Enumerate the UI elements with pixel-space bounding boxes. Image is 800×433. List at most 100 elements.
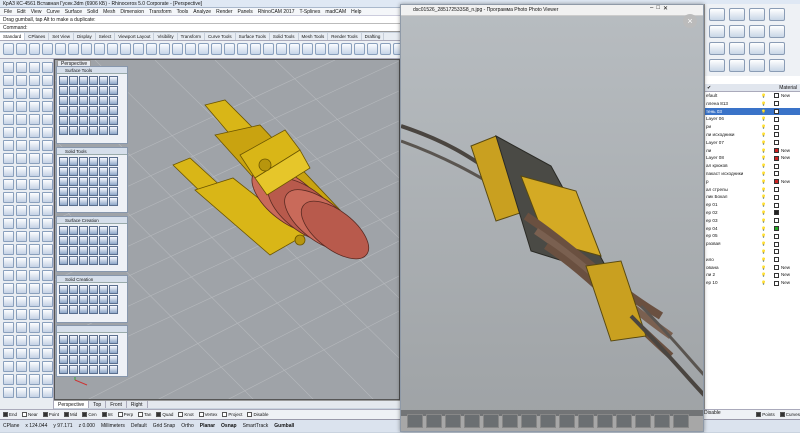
- tool-button[interactable]: [29, 244, 40, 255]
- tool-button[interactable]: [29, 179, 40, 190]
- palette-tool-button[interactable]: [89, 226, 98, 235]
- layer-color-swatch[interactable]: [773, 233, 779, 239]
- tool-button[interactable]: [3, 348, 14, 359]
- toolbar-button[interactable]: [185, 43, 196, 55]
- tool-button[interactable]: [16, 153, 27, 164]
- toolbar-button[interactable]: [237, 43, 248, 55]
- palette-tool-button[interactable]: [99, 256, 108, 265]
- palette-tool-button[interactable]: [79, 167, 88, 176]
- tool-button[interactable]: [16, 127, 27, 138]
- osnap-tan[interactable]: Tan: [138, 410, 151, 419]
- layer-color-swatch[interactable]: [773, 257, 779, 263]
- palette-tool-button[interactable]: [99, 96, 108, 105]
- palette-tool-button[interactable]: [69, 295, 78, 304]
- checkbox[interactable]: [779, 412, 785, 418]
- thumbnail[interactable]: [654, 414, 670, 428]
- osnap-point[interactable]: Point: [42, 410, 59, 419]
- osnap-mid[interactable]: Mid: [64, 410, 77, 419]
- layer-row[interactable]: тень 03 💡: [705, 107, 800, 116]
- menu-item-surface[interactable]: Surface: [65, 8, 82, 15]
- palette-tool-button[interactable]: [99, 345, 108, 354]
- palette-tool-button[interactable]: [59, 96, 68, 105]
- osnap-disable[interactable]: Disable: [247, 410, 268, 419]
- layer-color-swatch[interactable]: [773, 116, 779, 122]
- palette-tool-button[interactable]: [79, 96, 88, 105]
- tab-render-tools[interactable]: Render Tools: [328, 33, 362, 40]
- palette-tool-button[interactable]: [109, 365, 118, 374]
- palette-tool-button[interactable]: [59, 86, 68, 95]
- palette-tool-button[interactable]: [69, 305, 78, 314]
- tool-button[interactable]: [3, 309, 14, 320]
- tool-button[interactable]: [3, 218, 14, 229]
- palette-tool-button[interactable]: [89, 126, 98, 135]
- palette-misc[interactable]: [56, 325, 128, 377]
- palette-solid-creation[interactable]: Solid Creation: [56, 275, 128, 323]
- palette-tool-button[interactable]: [99, 355, 108, 364]
- tool-button[interactable]: [16, 348, 27, 359]
- toolbar-button[interactable]: [42, 43, 53, 55]
- tool-button[interactable]: [3, 387, 14, 398]
- palette-tool-button[interactable]: [79, 106, 88, 115]
- lightbulb-icon[interactable]: 💡: [761, 131, 766, 139]
- layer-color-swatch[interactable]: [773, 249, 779, 255]
- palette-tool-button[interactable]: [109, 106, 118, 115]
- palette-tool-button[interactable]: [99, 167, 108, 176]
- palette-tool-button[interactable]: [89, 96, 98, 105]
- osnap-quad[interactable]: Quad: [156, 410, 173, 419]
- toolbar-button[interactable]: [341, 43, 352, 55]
- layer-row[interactable]: ли исходники 💡: [705, 131, 800, 139]
- palette-tool-button[interactable]: [79, 335, 88, 344]
- tool-button[interactable]: [29, 322, 40, 333]
- tool-button[interactable]: [16, 140, 27, 151]
- lightbulb-icon[interactable]: 💡: [761, 217, 766, 225]
- palette-tool-button[interactable]: [99, 187, 108, 196]
- osnap-end[interactable]: End: [3, 410, 17, 419]
- tab-visibility[interactable]: Visibility: [154, 33, 178, 40]
- tool-button[interactable]: [3, 88, 14, 99]
- osnap-vertex[interactable]: Vertex: [198, 410, 217, 419]
- layer-row[interactable]: Layer 07 💡: [705, 139, 800, 147]
- palette-solid-tools[interactable]: Solid Tools: [56, 147, 128, 213]
- tab-drafting[interactable]: Drafting: [362, 33, 385, 40]
- palette-tool-button[interactable]: [59, 365, 68, 374]
- tool-button[interactable]: [16, 218, 27, 229]
- palette-tool-button[interactable]: [69, 167, 78, 176]
- lightbulb-icon[interactable]: 💡: [761, 162, 766, 170]
- lightbulb-icon[interactable]: 💡: [761, 108, 766, 116]
- tool-button[interactable]: [3, 62, 14, 73]
- layer-row[interactable]: ер 03 💡: [705, 217, 800, 225]
- palette-tool-button[interactable]: [89, 285, 98, 294]
- palette-tool-button[interactable]: [79, 355, 88, 364]
- toolbar-button[interactable]: [224, 43, 235, 55]
- tool-button[interactable]: [16, 231, 27, 242]
- tool-button[interactable]: [42, 192, 53, 203]
- tool-button[interactable]: [16, 387, 27, 398]
- palette-tool-button[interactable]: [99, 246, 108, 255]
- tool-button[interactable]: [42, 335, 53, 346]
- palette-tool-button[interactable]: [109, 295, 118, 304]
- palette-tool-button[interactable]: [89, 355, 98, 364]
- palette-tool-button[interactable]: [109, 187, 118, 196]
- tool-button[interactable]: [42, 270, 53, 281]
- tool-button[interactable]: [29, 257, 40, 268]
- palette-tool-button[interactable]: [69, 365, 78, 374]
- lightbulb-icon[interactable]: 💡: [761, 115, 766, 123]
- palette-tool-button[interactable]: [59, 335, 68, 344]
- tool-button[interactable]: [42, 75, 53, 86]
- panel-button[interactable]: [729, 8, 745, 21]
- palette-tool-button[interactable]: [69, 86, 78, 95]
- tool-button[interactable]: [42, 283, 53, 294]
- lightbulb-icon[interactable]: 💡: [761, 279, 766, 287]
- palette-tool-button[interactable]: [109, 177, 118, 186]
- tool-button[interactable]: [16, 244, 27, 255]
- lightbulb-icon[interactable]: 💡: [761, 123, 766, 131]
- layer-color-swatch[interactable]: [773, 108, 779, 114]
- layer-color-swatch[interactable]: [773, 202, 779, 208]
- tab-standard[interactable]: Standard: [0, 33, 26, 40]
- palette-tool-button[interactable]: [89, 256, 98, 265]
- palette-tool-button[interactable]: [69, 197, 78, 206]
- palette-tool-button[interactable]: [89, 86, 98, 95]
- toolbar-button[interactable]: [315, 43, 326, 55]
- layer-color-swatch[interactable]: [773, 225, 779, 231]
- thumbnail[interactable]: [635, 414, 651, 428]
